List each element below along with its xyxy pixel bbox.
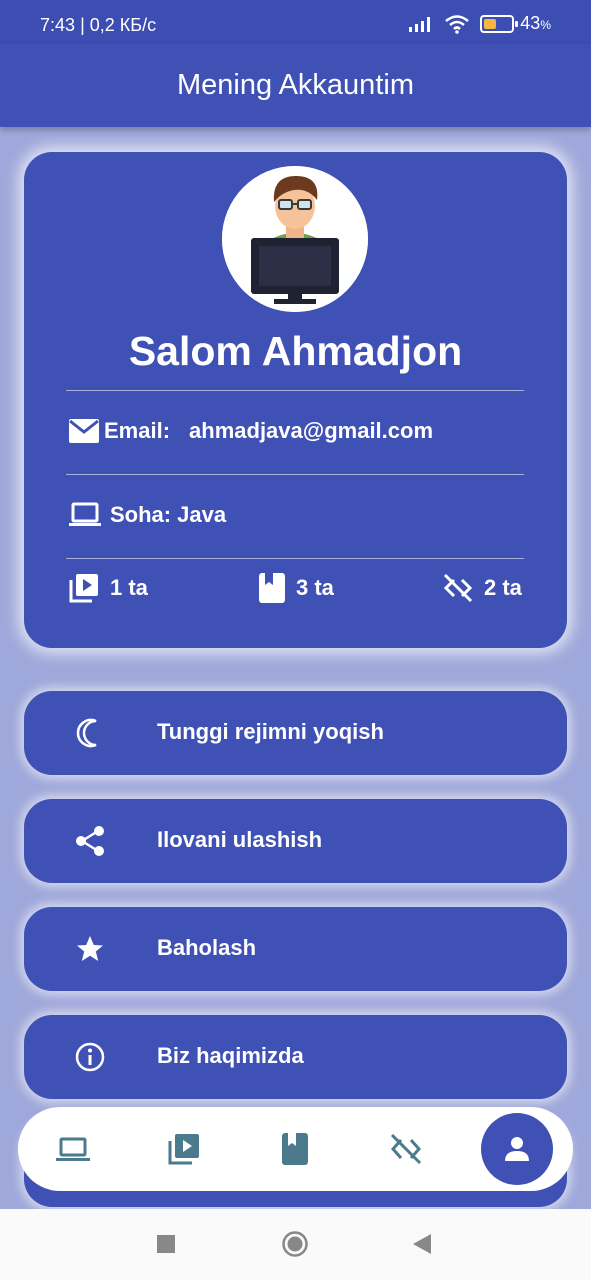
app-bar: Mening Akkauntim xyxy=(0,44,591,127)
status-icons: 43% xyxy=(408,13,551,34)
bottom-nav xyxy=(18,1107,573,1191)
code-off-icon xyxy=(443,573,473,603)
system-nav-bar xyxy=(0,1209,591,1280)
page-title: Mening Akkauntim xyxy=(177,69,414,101)
battery-percent: 43% xyxy=(520,13,551,33)
email-row: Email: ahmadjava@gmail.com xyxy=(68,418,433,444)
divider xyxy=(66,474,524,475)
developer-avatar-icon xyxy=(222,166,368,312)
rate-label: Baholash xyxy=(157,935,257,960)
divider xyxy=(66,390,524,391)
info-icon xyxy=(75,1042,105,1072)
back-icon[interactable] xyxy=(412,1233,432,1255)
book-icon xyxy=(259,573,285,603)
status-bar: 7:43 | 0,2 КБ/с 43% xyxy=(0,0,591,44)
email-value: ahmadjava@gmail.com xyxy=(189,418,434,443)
signal-icon xyxy=(409,16,431,32)
network-speed: 0,2 КБ/с xyxy=(89,15,157,35)
wifi-icon xyxy=(445,14,470,34)
stat-projects: 2 ta xyxy=(442,572,522,604)
status-separator: | xyxy=(80,15,90,35)
stat-books-value: 3 ta xyxy=(296,575,334,600)
divider xyxy=(66,558,524,559)
battery-fill xyxy=(484,18,497,29)
share-app-label: Ilovani ulashish xyxy=(157,827,323,852)
video-library-icon[interactable] xyxy=(166,1131,202,1167)
nav-account-button[interactable] xyxy=(481,1113,553,1185)
profile-name: Salom Ahmadjon xyxy=(128,328,463,374)
about-us-button[interactable]: Biz haqimizda xyxy=(24,1015,567,1099)
moon-icon xyxy=(76,718,97,748)
video-library-icon xyxy=(69,574,98,603)
stat-projects-value: 2 ta xyxy=(484,575,522,600)
email-label: Email: xyxy=(104,418,171,443)
about-us-label: Biz haqimizda xyxy=(157,1043,304,1068)
field-label: Soha: xyxy=(110,502,172,527)
dark-mode-label: Tunggi rejimni yoqish xyxy=(157,719,384,744)
stat-videos-value: 1 ta xyxy=(110,575,148,600)
field-value: Java xyxy=(177,502,227,527)
share-icon xyxy=(76,826,104,856)
battery-icon xyxy=(480,14,519,33)
status-time: 7:43 | 0,2 КБ/с xyxy=(40,15,156,36)
laptop-icon[interactable] xyxy=(55,1131,91,1167)
stat-videos: 1 ta xyxy=(68,572,148,604)
rate-button[interactable]: Baholash xyxy=(24,907,567,991)
star-icon xyxy=(77,936,103,961)
book-icon[interactable] xyxy=(277,1131,313,1167)
field-row: Soha: Java xyxy=(68,502,226,528)
laptop-icon xyxy=(69,502,101,526)
recent-apps-icon[interactable] xyxy=(157,1235,175,1253)
email-icon xyxy=(69,419,99,443)
home-icon[interactable] xyxy=(282,1231,308,1257)
share-app-button[interactable]: Ilovani ulashish xyxy=(24,799,567,883)
battery-indicator: 43% xyxy=(480,13,551,34)
person-icon xyxy=(505,1137,529,1161)
clock: 7:43 xyxy=(40,15,76,35)
profile-card: Salom Ahmadjon Email: ahmadjava@gmail.co… xyxy=(24,152,567,648)
avatar xyxy=(222,166,368,312)
stat-books: 3 ta xyxy=(258,572,334,604)
dark-mode-button[interactable]: Tunggi rejimni yoqish xyxy=(24,691,567,775)
code-off-icon[interactable] xyxy=(388,1131,424,1167)
